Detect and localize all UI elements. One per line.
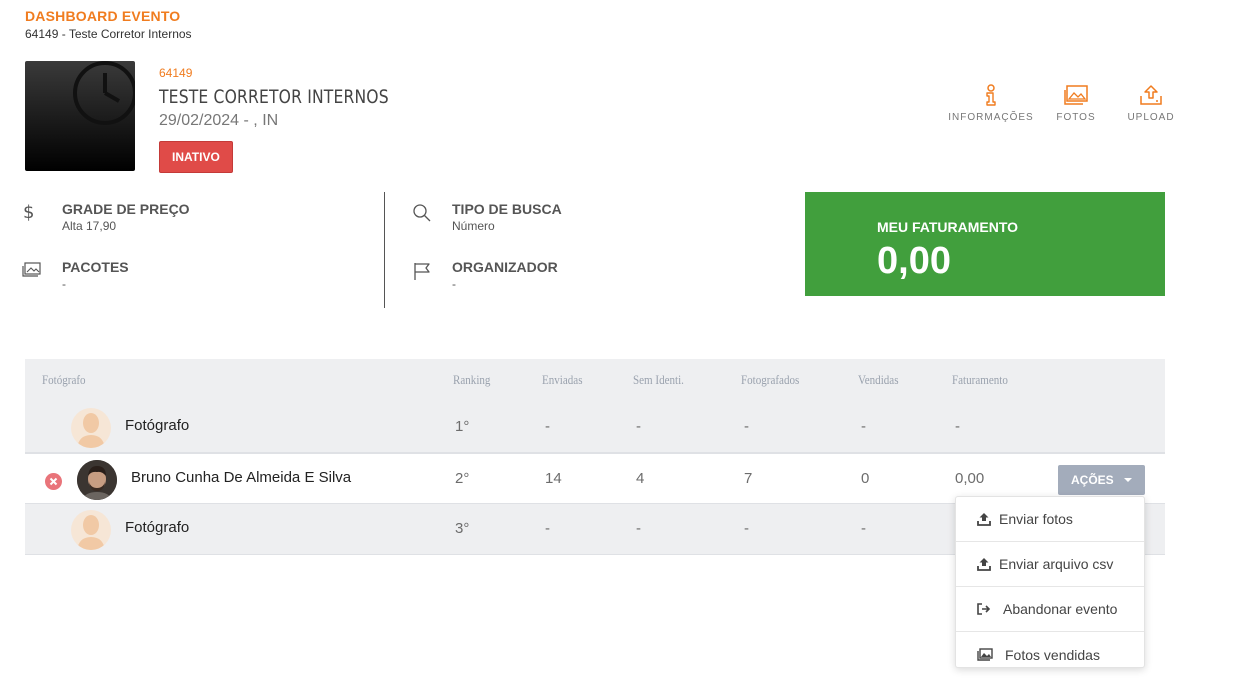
menu-item-label: Enviar fotos: [999, 511, 1073, 527]
event-thumbnail: [25, 61, 135, 171]
flag-icon: [412, 259, 452, 291]
top-actions: INFORMAÇÕES FOTOS UPLOAD: [948, 84, 1184, 123]
menu-item-fotos-vendidas[interactable]: Fotos vendidas: [956, 632, 1144, 677]
upload-button[interactable]: UPLOAD: [1118, 84, 1184, 123]
fotos-label: FOTOS: [1056, 112, 1096, 123]
status-badge: INATIVO: [159, 141, 233, 173]
busca-title: TIPO DE BUSCA: [452, 201, 562, 217]
revenue-value: 0,00: [877, 240, 951, 282]
photos-icon: [22, 259, 62, 291]
event-date: 29/02/2024 - , IN: [159, 112, 279, 129]
enviadas-cell: 14: [545, 470, 562, 487]
upload-icon: [977, 512, 999, 526]
busca-value: Número: [452, 219, 495, 233]
clock-icon: [73, 61, 135, 125]
svg-text:$: $: [23, 202, 34, 223]
sem-identi-cell: 4: [636, 470, 645, 487]
col-faturamento: Faturamento: [952, 372, 1008, 387]
fotografados-cell: -: [744, 418, 749, 435]
menu-item-enviar-fotos[interactable]: Enviar fotos: [956, 497, 1144, 542]
col-fotografo: Fotógrafo: [42, 372, 86, 387]
pacotes-value: -: [62, 277, 66, 291]
col-enviadas: Enviadas: [542, 372, 583, 387]
divider: [384, 192, 385, 308]
vendidas-cell: 0: [861, 470, 870, 487]
pacotes: PACOTES -: [22, 259, 129, 291]
col-vendidas: Vendidas: [858, 372, 899, 387]
menu-item-label: Abandonar evento: [1003, 601, 1118, 617]
table-header: Fotógrafo Ranking Enviadas Sem Identi. F…: [25, 359, 1165, 402]
actions-dropdown: Enviar fotos Enviar arquivo csv Abandona…: [955, 496, 1145, 668]
col-ranking: Ranking: [453, 372, 491, 387]
revenue-card: MEU FATURAMENTO 0,00: [805, 192, 1165, 296]
grade-title: GRADE DE PREÇO: [62, 201, 190, 217]
avatar: [71, 510, 111, 550]
upload-icon: [977, 557, 999, 571]
dollar-icon: $: [22, 201, 62, 233]
upload-label: UPLOAD: [1127, 112, 1175, 123]
caret-down-icon: [1123, 478, 1132, 482]
search-icon: [412, 201, 452, 233]
ranking-cell: 1°: [455, 418, 470, 435]
fotos-button[interactable]: FOTOS: [1034, 84, 1118, 123]
organizador-title: ORGANIZADOR: [452, 259, 558, 275]
menu-item-label: Fotos vendidas: [1005, 646, 1100, 663]
event-code: 64149: [159, 66, 193, 80]
menu-item-enviar-csv[interactable]: Enviar arquivo csv: [956, 542, 1144, 587]
avatar: [71, 408, 111, 448]
revenue-label: MEU FATURAMENTO: [877, 219, 1019, 235]
upload-icon: [1140, 85, 1162, 105]
actions-label: AÇÕES: [1071, 473, 1114, 487]
grade-value: Alta 17,90: [62, 219, 117, 233]
page-header: DASHBOARD EVENTO 64149 - Teste Corretor …: [25, 8, 192, 41]
info-grid-left: $ GRADE DE PREÇO Alta 17,90 PACOTES -: [22, 192, 382, 308]
sem-identi-cell: -: [636, 418, 641, 435]
tipo-de-busca: TIPO DE BUSCA Número: [412, 201, 562, 233]
page-title: DASHBOARD EVENTO: [25, 8, 181, 24]
ranking-cell: 3°: [455, 520, 470, 537]
enviadas-cell: -: [545, 418, 550, 435]
avatar: [77, 460, 117, 500]
col-fotografados: Fotografados: [741, 372, 800, 387]
actions-button[interactable]: AÇÕES: [1058, 465, 1145, 495]
ranking-cell: 2°: [455, 470, 470, 487]
faturamento-cell: -: [955, 418, 960, 435]
table-row: Fotógrafo 1° - - - - -: [25, 402, 1165, 453]
informacoes-button[interactable]: INFORMAÇÕES: [948, 84, 1034, 123]
grade-de-preco: $ GRADE DE PREÇO Alta 17,90: [22, 201, 190, 233]
vendidas-cell: -: [861, 520, 866, 537]
photographer-name: Fotógrafo: [125, 417, 190, 434]
pacotes-title: PACOTES: [62, 259, 129, 275]
faturamento-cell: 0,00: [955, 470, 985, 487]
info-icon: [986, 84, 996, 106]
sem-identi-cell: -: [636, 520, 641, 537]
sign-out-icon: [977, 603, 1003, 615]
informacoes-label: INFORMAÇÕES: [948, 112, 1034, 123]
fotografados-cell: -: [744, 520, 749, 537]
info-grid-right: TIPO DE BUSCA Número ORGANIZADOR -: [412, 192, 772, 308]
photos-icon: [977, 648, 1005, 661]
photographer-name: Bruno Cunha De Almeida E Silva: [131, 469, 352, 486]
event-info: 64149 TESTE CORRETOR INTERNOS 29/02/2024…: [159, 66, 439, 173]
photographer-name: Fotógrafo: [125, 519, 190, 536]
page-subtitle: 64149 - Teste Corretor Internos: [25, 27, 192, 41]
organizador-value: -: [452, 277, 456, 291]
menu-item-label: Enviar arquivo csv: [999, 556, 1114, 572]
menu-item-abandonar-evento[interactable]: Abandonar evento: [956, 587, 1144, 632]
organizador: ORGANIZADOR -: [412, 259, 558, 291]
vendidas-cell: -: [861, 418, 866, 435]
photos-icon: [1064, 85, 1088, 105]
remove-icon[interactable]: [45, 473, 62, 490]
fotografados-cell: 7: [744, 470, 753, 487]
event-name: TESTE CORRETOR INTERNOS: [159, 86, 389, 108]
col-sem-identi: Sem Identi.: [633, 372, 684, 387]
enviadas-cell: -: [545, 520, 550, 537]
